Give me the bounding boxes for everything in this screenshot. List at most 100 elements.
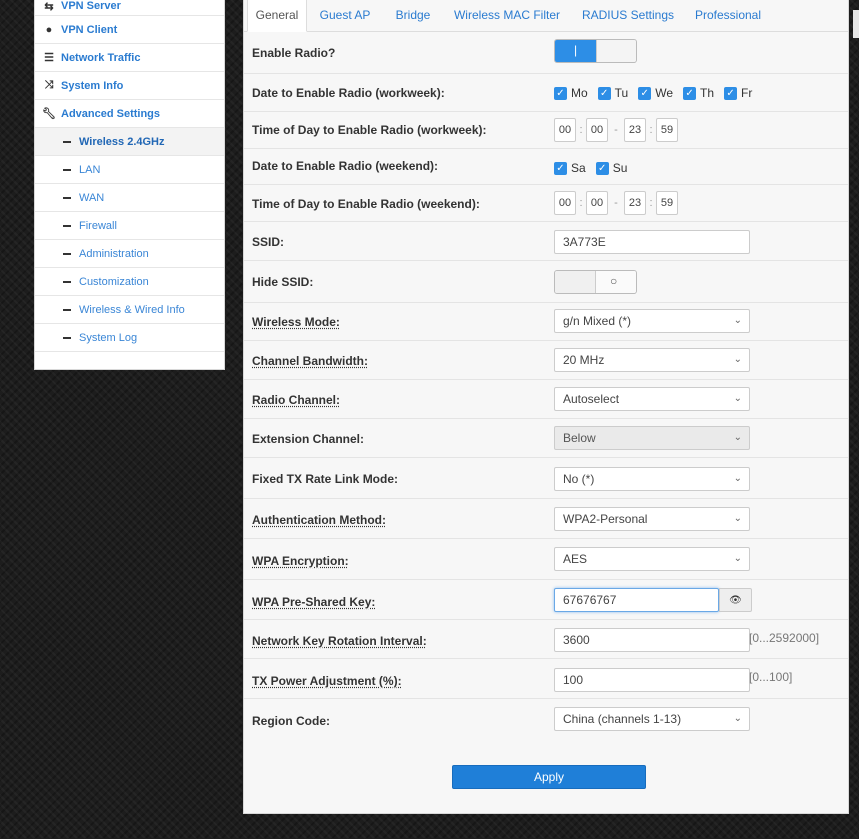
field-label: Date to Enable Radio (weekend):	[252, 159, 439, 173]
row-extension-channel: Extension Channel: Below ⌄	[244, 419, 848, 458]
show-password-eye-icon[interactable]: 👁︎	[719, 588, 752, 612]
sidebar-subitem-label: Firewall	[79, 219, 117, 232]
dash-icon	[63, 336, 71, 339]
day-label: Fr	[741, 86, 753, 100]
sidebar-item-network-traffic[interactable]: ☰ Network Traffic	[35, 44, 224, 72]
sidebar-item-vpn-server[interactable]: ⇆ VPN Server	[35, 0, 224, 16]
channel-bandwidth-select[interactable]: 20 MHz ⌄	[554, 348, 750, 372]
wpa-encryption-select[interactable]: AES ⌄	[554, 547, 750, 571]
start-minute-input[interactable]: 00	[586, 118, 608, 142]
start-hour-input[interactable]: 00	[554, 191, 576, 215]
end-minute-input[interactable]: 59	[656, 191, 678, 215]
sidebar: ⇆ VPN Server ● VPN Client ☰ Network Traf…	[34, 0, 225, 370]
tab-general[interactable]: General	[247, 0, 307, 32]
row-authentication-method: Authentication Method: WPA2-Personal ⌄	[244, 499, 848, 539]
sidebar-item-advanced-settings[interactable]: 🔧︎ Advanced Settings	[35, 100, 224, 128]
sidebar-subitem-label: Wireless 2.4GHz	[79, 135, 165, 148]
toggle-knob	[596, 40, 636, 62]
select-value: No (*)	[563, 472, 595, 486]
authentication-method-select[interactable]: WPA2-Personal ⌄	[554, 507, 750, 531]
toggle-knob	[555, 271, 596, 293]
checkmark-icon: ✓	[554, 86, 567, 100]
colon-separator: :	[649, 124, 653, 136]
day-checkbox-th[interactable]: ✓ Th	[683, 86, 714, 100]
sidebar-subitem-customization[interactable]: Customization	[35, 268, 224, 296]
day-checkbox-mo[interactable]: ✓ Mo	[554, 86, 588, 100]
range-hint: [0...100]	[749, 670, 793, 684]
row-region-code: Region Code: China (channels 1-13) ⌄	[244, 699, 848, 741]
sidebar-subitem-label: Administration	[79, 247, 149, 260]
row-wpa-psk: WPA Pre-Shared Key: 67676767 👁︎	[244, 580, 848, 620]
field-label: WPA Pre-Shared Key:	[252, 595, 376, 609]
start-hour-input[interactable]: 00	[554, 118, 576, 142]
checkmark-icon: ✓	[638, 86, 652, 100]
sidebar-item-label: VPN Server	[61, 0, 121, 12]
chevron-down-icon: ⌄	[733, 354, 742, 365]
sidebar-item-vpn-client[interactable]: ● VPN Client	[35, 16, 224, 44]
tab-radius-settings[interactable]: RADIUS Settings	[576, 0, 680, 31]
tab-guest-ap[interactable]: Guest AP	[312, 0, 378, 31]
sidebar-subitem-label: Customization	[79, 275, 149, 288]
sidebar-subitem-wireless-24ghz[interactable]: Wireless 2.4GHz	[35, 128, 224, 156]
select-value: g/n Mixed (*)	[563, 314, 632, 328]
sidebar-subitem-administration[interactable]: Administration	[35, 240, 224, 268]
tab-bridge[interactable]: Bridge	[387, 0, 439, 31]
sidebar-subitem-wan[interactable]: WAN	[35, 184, 224, 212]
sidebar-subitem-lan[interactable]: LAN	[35, 156, 224, 184]
day-label: Sa	[571, 161, 586, 175]
enable-radio-toggle[interactable]: |	[554, 39, 637, 63]
chevron-down-icon: ⌄	[733, 713, 742, 724]
day-checkbox-su[interactable]: ✓ Su	[595, 161, 628, 175]
field-label: Channel Bandwidth:	[252, 354, 368, 368]
end-hour-input[interactable]: 23	[624, 191, 646, 215]
field-label: Time of Day to Enable Radio (workweek):	[252, 123, 487, 137]
tab-wireless-mac-filter[interactable]: Wireless MAC Filter	[447, 0, 567, 31]
row-tx-power: TX Power Adjustment (%): 100 [0...100]	[244, 659, 848, 699]
key-rotation-input[interactable]: 3600	[554, 628, 750, 652]
sidebar-item-system-info[interactable]: ⤨ System Info	[35, 72, 224, 100]
sidebar-subitem-system-log[interactable]: System Log	[35, 324, 224, 352]
tx-power-input[interactable]: 100	[554, 668, 750, 692]
tab-professional[interactable]: Professional	[688, 0, 768, 31]
scrollbar[interactable]	[853, 10, 859, 38]
day-checkbox-fr[interactable]: ✓ Fr	[724, 86, 752, 100]
checkmark-icon: ✓	[595, 161, 609, 175]
wpa-psk-input[interactable]: 67676767	[554, 588, 719, 612]
day-checkbox-sa[interactable]: ✓ Sa	[554, 161, 586, 175]
day-checkbox-tu[interactable]: ✓ Tu	[597, 86, 628, 100]
end-hour-input[interactable]: 23	[624, 118, 646, 142]
dash-icon	[63, 308, 71, 311]
day-checkbox-we[interactable]: ✓ We	[638, 86, 673, 100]
shuffle-icon: ⤨	[44, 79, 54, 91]
fixed-tx-rate-select[interactable]: No (*) ⌄	[554, 467, 750, 491]
apply-button[interactable]: Apply	[452, 765, 646, 789]
sidebar-subitem-label: System Log	[79, 331, 138, 344]
toggle-off-mark-icon: ○	[610, 274, 618, 288]
region-code-select[interactable]: China (channels 1-13) ⌄	[554, 707, 750, 731]
select-value: Below	[563, 431, 596, 445]
day-label: Su	[612, 161, 628, 175]
start-minute-input[interactable]: 00	[586, 191, 608, 215]
hide-ssid-toggle[interactable]: ○	[554, 270, 637, 294]
dash-icon	[63, 224, 71, 227]
day-label: Th	[700, 86, 715, 100]
radio-channel-select[interactable]: Autoselect ⌄	[554, 387, 750, 411]
range-hint: [0...2592000]	[749, 631, 820, 645]
dash-icon	[63, 252, 71, 255]
chevron-down-icon: ⌄	[733, 432, 742, 443]
wireless-mode-select[interactable]: g/n Mixed (*) ⌄	[554, 309, 750, 333]
sidebar-item-label: Advanced Settings	[61, 107, 161, 120]
colon-separator: :	[579, 124, 583, 136]
sidebar-subitem-wireless-wired-info[interactable]: Wireless & Wired Info	[35, 296, 224, 324]
sidebar-subitem-firewall[interactable]: Firewall	[35, 212, 224, 240]
ssid-input[interactable]: 3A773E	[554, 230, 750, 254]
end-minute-input[interactable]: 59	[656, 118, 678, 142]
day-label: Mo	[571, 86, 588, 100]
select-value: 20 MHz	[563, 353, 605, 367]
row-ssid: SSID: 3A773E	[244, 222, 848, 261]
field-label: Time of Day to Enable Radio (weekend):	[252, 197, 480, 211]
chevron-down-icon: ⌄	[733, 473, 742, 484]
tab-bar: General Guest AP Bridge Wireless MAC Fil…	[244, 0, 848, 32]
dash-icon	[63, 140, 71, 143]
range-dash: -	[614, 197, 618, 209]
